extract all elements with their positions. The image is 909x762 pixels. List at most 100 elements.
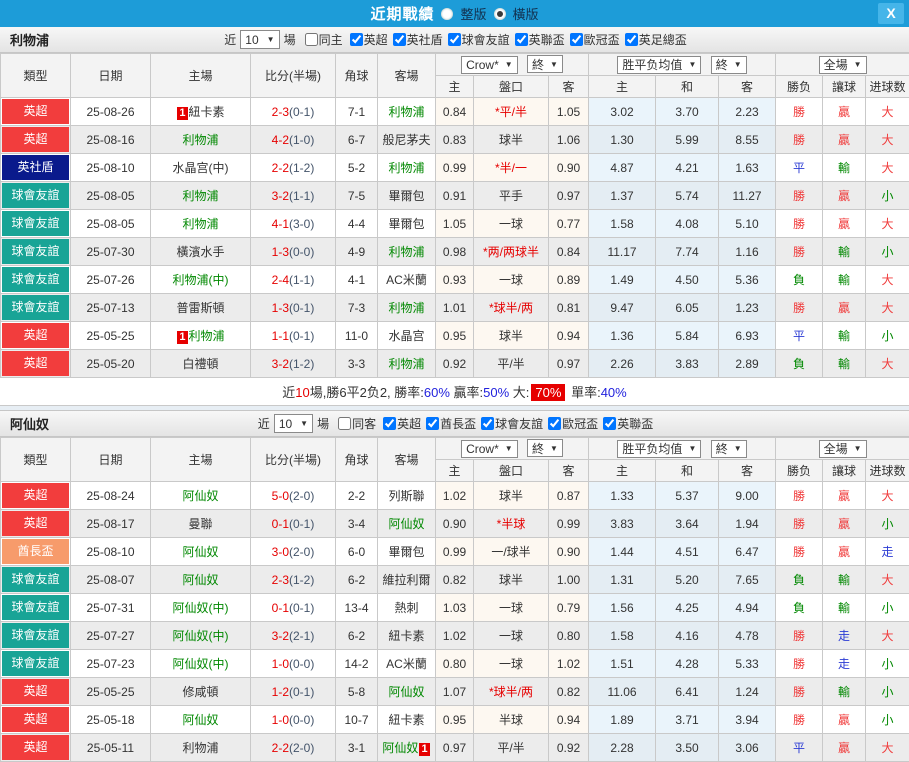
league-badge: 球會友誼 (2, 183, 69, 208)
result-goals: 走 (866, 538, 909, 566)
team-name-text: 白禮頓 (182, 357, 218, 371)
league-checkbox[interactable] (481, 417, 494, 430)
same-venue-filter[interactable]: 同主 (300, 31, 343, 48)
halftime-score: (0-0) (289, 713, 314, 727)
avg-draw-odds: 5.84 (656, 322, 719, 350)
corners: 2-2 (336, 482, 378, 510)
league-checkbox[interactable] (393, 33, 406, 46)
league-filter-酋長盃[interactable]: 酋長盃 (421, 415, 476, 432)
avg-type-select[interactable]: 胜平负均值▼ (617, 56, 701, 74)
near-label: 近 (258, 415, 270, 432)
table-row: 球會友誼25-07-26利物浦(中)2-4(1-1)4-1AC米蘭0.93一球0… (1, 266, 909, 294)
fulltime-select[interactable]: 全場▼ (819, 56, 867, 74)
league-filter-英超[interactable]: 英超 (345, 31, 388, 48)
summary-segment: 近 (282, 385, 295, 400)
league-checkbox[interactable] (603, 417, 616, 430)
league-filter-英足總盃[interactable]: 英足總盃 (620, 31, 687, 48)
section-header: 利物浦 近 10▼ 場 同主 英超英社盾球會友誼英聯盃歐冠盃英足總盃 (0, 27, 909, 53)
league-filter-歐冠盃[interactable]: 歐冠盃 (565, 31, 620, 48)
league-filter-英超[interactable]: 英超 (378, 415, 421, 432)
result-goals: 小 (866, 706, 909, 734)
view-radio-full[interactable] (441, 8, 453, 20)
sub-col-avg-draw: 和 (656, 460, 719, 482)
near-count-select[interactable]: 10▼ (274, 414, 313, 433)
league-cell: 球會友誼 (1, 238, 71, 266)
league-checkbox[interactable] (448, 33, 461, 46)
league-filters: 英超 英社盾 球會友誼英聯盃歐冠盃英足總盃 (345, 31, 687, 49)
odds-final-select[interactable]: 終▼ (527, 439, 563, 457)
same-venue-filter[interactable]: 同客 (333, 415, 376, 432)
league-checkbox[interactable] (350, 33, 363, 46)
avg-away-odds: 1.16 (719, 238, 776, 266)
result-handicap: 輸 (823, 154, 866, 182)
corners: 7-5 (336, 182, 378, 210)
league-filter-label: 英社盾 (407, 31, 443, 48)
fulltime-select[interactable]: 全場▼ (819, 440, 867, 458)
fulltime-group-header: 全場▼ (776, 438, 909, 460)
league-filter-英聯盃[interactable]: 英聯盃 (510, 31, 565, 48)
league-filter-label: 球會友誼 (462, 31, 510, 48)
col-score: 比分(半場) (251, 54, 336, 98)
view-radio-full-label[interactable]: 整版 (460, 4, 486, 23)
league-checkbox[interactable] (383, 417, 396, 430)
avg-final-select[interactable]: 終▼ (711, 56, 747, 74)
away-team: 熱刺 (378, 594, 436, 622)
result-outcome: 平 (776, 322, 823, 350)
near-count-select[interactable]: 10▼ (240, 30, 279, 49)
odds-source-select[interactable]: Crow*▼ (461, 440, 518, 458)
corners: 14-2 (336, 650, 378, 678)
league-cell: 英社盾 (1, 154, 71, 182)
avg-final-select[interactable]: 終▼ (711, 440, 747, 458)
same-venue-checkbox[interactable] (305, 33, 318, 46)
avg-type-select[interactable]: 胜平负均值▼ (617, 440, 701, 458)
league-checkbox[interactable] (426, 417, 439, 430)
league-checkbox[interactable] (548, 417, 561, 430)
league-checkbox[interactable] (625, 33, 638, 46)
team-name-text: 曼聯 (188, 517, 212, 531)
odds-source-select[interactable]: Crow*▼ (461, 56, 518, 74)
halftime-score: (2-0) (289, 545, 314, 559)
sub-col-avg-home: 主 (589, 76, 656, 98)
away-team: AC米蘭 (378, 650, 436, 678)
table-row: 英超25-05-18阿仙奴1-0(0-0)10-7紐卡素0.95半球0.941.… (1, 706, 909, 734)
league-filter-英社盾[interactable]: 英社盾 (388, 31, 443, 48)
league-filter-球會友誼[interactable]: 球會友誼 (443, 31, 510, 48)
league-filter-英聯盃[interactable]: 英聯盃 (598, 415, 653, 432)
halftime-score: (0-1) (289, 105, 314, 119)
away-team: 紐卡素 (378, 622, 436, 650)
result-goals: 大 (866, 266, 909, 294)
league-checkbox[interactable] (570, 33, 583, 46)
league-cell: 球會友誼 (1, 566, 71, 594)
avg-away-odds: 9.00 (719, 482, 776, 510)
match-date: 25-05-18 (71, 706, 151, 734)
close-icon[interactable]: X (878, 3, 904, 24)
home-odds: 0.93 (436, 266, 474, 294)
halftime-score: (3-0) (289, 217, 314, 231)
view-radio-horizontal[interactable] (494, 8, 506, 20)
avg-away-odds: 1.63 (719, 154, 776, 182)
team-name: 利物浦 (10, 30, 49, 49)
handicap-line: 平/半 (474, 350, 549, 378)
table-row: 球會友誼25-07-30橫濱水手1-3(0-0)4-9利物浦0.98*两/两球半… (1, 238, 909, 266)
result-handicap: 贏 (823, 182, 866, 210)
col-home: 主場 (151, 438, 251, 482)
result-handicap: 輸 (823, 238, 866, 266)
table-row: 球會友誼25-07-31阿仙奴(中)0-1(0-1)13-4熱刺1.03一球0.… (1, 594, 909, 622)
tracked-team-name: 利物浦 (388, 301, 424, 315)
tracked-team-name: 阿仙奴 (182, 489, 218, 503)
avg-draw-odds: 5.74 (656, 182, 719, 210)
league-checkbox[interactable] (515, 33, 528, 46)
rank-badge: 1 (177, 331, 187, 344)
league-badge: 酋長盃 (2, 539, 69, 564)
league-filter-球會友誼[interactable]: 球會友誼 (476, 415, 543, 432)
league-filter-歐冠盃[interactable]: 歐冠盃 (543, 415, 598, 432)
handicap-line: *平/半 (474, 98, 549, 126)
fulltime-score: 1-2 (272, 685, 289, 699)
same-venue-checkbox[interactable] (338, 417, 351, 430)
table-row: 球會友誼25-08-07阿仙奴2-3(1-2)6-2維拉利爾0.82球半1.00… (1, 566, 909, 594)
odds-final-select[interactable]: 終▼ (527, 55, 563, 73)
handicap-line: *半球 (474, 510, 549, 538)
home-team: 阿仙奴(中) (151, 594, 251, 622)
corners: 4-1 (336, 266, 378, 294)
view-radio-horizontal-label[interactable]: 橫版 (513, 4, 539, 23)
